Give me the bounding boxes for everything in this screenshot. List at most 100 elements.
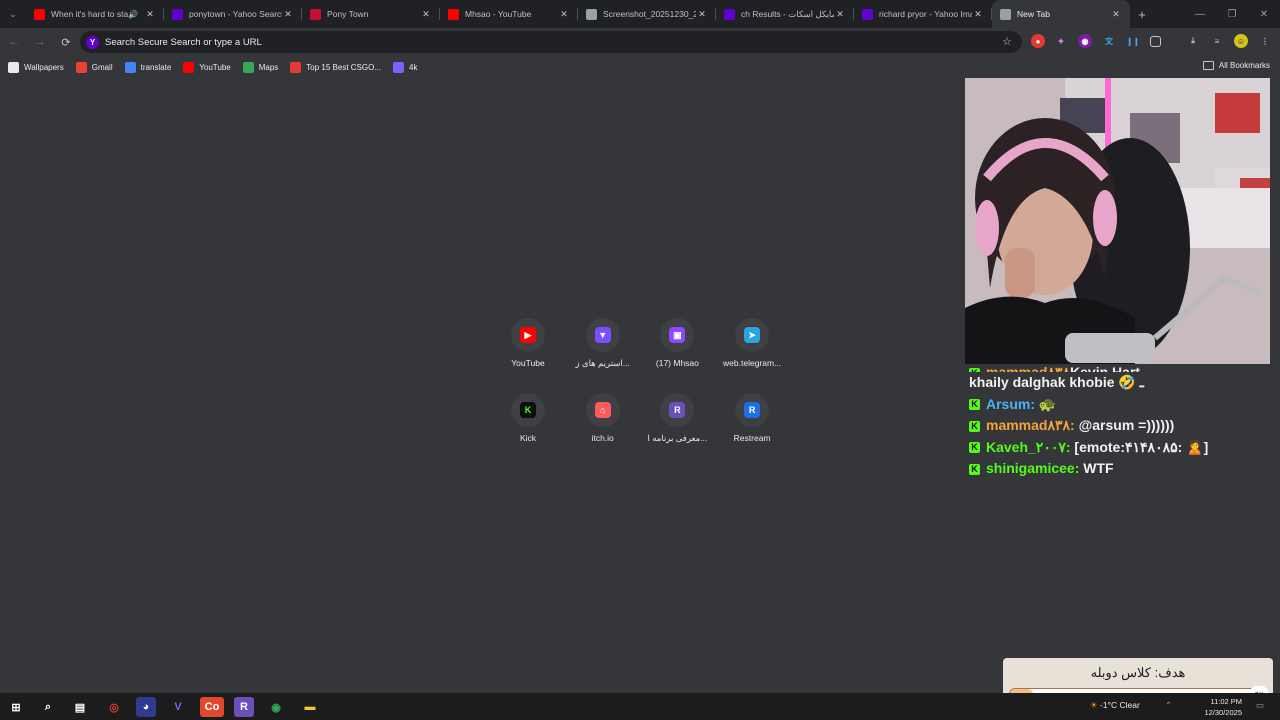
chat-message: khaily dalghak khobie 🤣 ـ [969,372,1269,394]
chat-text: Kevin Hart [1070,364,1141,372]
ponytown-icon [310,8,321,20]
maps-icon [242,61,254,73]
messenger-icon[interactable]: ◕ [136,697,156,717]
bookmark-label: Maps [258,62,279,72]
shortcut-icon-circle: K [511,393,545,427]
extension-purple-icon[interactable]: ◉ [1078,34,1092,48]
shortcut-icon-circle: R [660,393,695,427]
youtube-icon [448,8,459,20]
shortcut-tile[interactable]: ➤ web.telegram... [715,318,789,368]
download-icon[interactable]: ⤓ [1186,34,1200,48]
shortcut-icon-circle: R [735,393,770,427]
windows-taskbar: ⊞ ⌕ ▤ ◎ ◕ V Co R ◉ ▬ ☀ -1°C Clear ⌃ 11:0… [0,693,1280,720]
back-arrow-icon[interactable]: ← [2,30,26,54]
tab-5[interactable]: ch Results - مایکل اسکات ✕ [716,0,854,28]
chrome-icon[interactable]: ◉ [266,697,286,717]
extension-voice-icon[interactable]: ❙❙ [1126,34,1140,48]
vpn-icon[interactable]: V [168,697,188,717]
tab-7[interactable]: New Tab ✕ [992,0,1130,28]
search-icon[interactable]: ⌕ [38,697,58,717]
tab-2[interactable]: Pony Town ✕ [302,0,440,28]
minimize-icon[interactable]: — [1184,0,1216,28]
bookmark-star-icon[interactable]: ☆ [1002,35,1012,48]
4k-icon [393,61,404,73]
system-clock[interactable]: 11:02 PM 12/30/2025 [1204,696,1242,718]
tab-0[interactable]: When it's hard to stay 🔊 ✕ [26,0,164,28]
profile-avatar-icon[interactable]: ☺ [1234,34,1248,48]
tab-strip: ⌄ When it's hard to stay 🔊 ✕ ponytown - Yah… [0,0,1280,28]
tab-search-icon[interactable]: ⌄ [0,0,26,28]
reading-list-icon[interactable]: ≡ [1210,34,1224,48]
shortcut-label: itch.io [591,433,614,443]
speaker-icon[interactable]: 🔊 [128,10,138,19]
tab-close-icon[interactable]: ✕ [144,9,156,20]
tab-title: ponytown - Yahoo Search [189,9,282,19]
tab-1[interactable]: ponytown - Yahoo Search ✕ [164,0,302,28]
twitch-icon: ▣ [669,327,686,343]
chat-text: [emote:۴۱۴۸۰۸۵: 🙎] [1070,438,1209,455]
shortcut-tile[interactable]: R Restream [715,393,789,443]
forward-arrow-icon[interactable]: → [28,30,52,54]
gmail-icon [75,61,87,73]
capcut-icon[interactable]: Co [200,697,224,717]
bookmark-item[interactable]: YouTube [183,61,231,73]
chat-username: mammad۸۳۸: [986,417,1075,433]
tab-close-icon[interactable]: ✕ [972,9,984,20]
weather-tray[interactable]: ☀ -1°C Clear [1090,700,1140,711]
extensions-puzzle-icon[interactable] [1150,36,1161,47]
tabs-container: When it's hard to stay 🔊 ✕ ponytown - Yahoo… [26,0,1130,28]
kick-badge-icon: K [969,442,980,454]
itchio-icon: ⌂ [594,402,611,418]
tab-close-icon[interactable]: ✕ [696,9,708,20]
tab-3[interactable]: Mhsao - YouTube ✕ [440,0,578,28]
all-bookmarks-button[interactable]: All Bookmarks [1202,61,1270,70]
bookmarks-list: Wallpapers Gmail translate YouTube Maps Top 1… [8,61,429,73]
obs-icon[interactable]: ◎ [104,697,124,717]
tab-close-icon[interactable]: ✕ [1110,9,1122,20]
bookmark-item[interactable]: Wallpapers [8,61,64,73]
restore-icon[interactable]: ❐ [1216,0,1248,28]
bookmark-item[interactable]: Maps [242,61,279,73]
close-icon[interactable]: ✕ [1248,0,1280,28]
shortcut-tile[interactable]: ▶ YouTube [491,318,565,368]
shortcut-label: YouTube [511,358,545,368]
tab-close-icon[interactable]: ✕ [420,9,432,20]
tab-close-icon[interactable]: ✕ [282,9,294,20]
tab-title: When it's hard to stay [51,9,129,19]
bookmark-item[interactable]: Top 15 Best CSGO... [290,61,381,73]
windows-start-icon[interactable]: ⊞ [6,697,26,717]
globe-icon [586,8,597,20]
bookmark-item[interactable]: Gmail [75,61,113,73]
bookmark-item[interactable]: translate [124,61,171,73]
shortcut-tile[interactable]: R معرفی برنامه ا... [640,393,714,444]
new-tab-button[interactable]: + [1130,0,1154,28]
reload-icon[interactable]: ⟳ [54,30,78,54]
shortcut-tile[interactable]: ⌂ itch.io [566,393,640,443]
shortcut-icon-circle: ➤ [735,318,770,352]
tab-close-icon[interactable]: ✕ [558,9,570,20]
extension-sparkle-icon[interactable]: ✦ [1054,34,1068,48]
tray-chevron-icon[interactable]: ⌃ [1165,700,1172,711]
extension-red-icon[interactable]: ● [1031,34,1045,48]
restream-icon: R [744,402,761,418]
notifications-icon[interactable]: ▭ [1256,700,1264,711]
shortcut-tile[interactable]: ▼ استریم های ز... [566,318,640,369]
bookmark-item[interactable]: 4k [393,61,417,73]
menu-kebab-icon[interactable]: ⋮ [1258,34,1272,48]
kick-icon: K [520,402,536,418]
extension-translate-icon[interactable]: 文 [1102,34,1116,48]
tab-4[interactable]: Screenshot_20251230_22 ✕ [578,0,716,28]
bookmark-label: YouTube [199,62,231,72]
task-view-icon[interactable]: ▤ [70,697,90,717]
shortcut-tile[interactable]: K Kick [491,393,565,443]
shortcut-label: (17) Mhsao [655,358,699,368]
r-app-icon[interactable]: R [234,697,254,717]
file-explorer-icon[interactable]: ▬ [300,697,320,717]
address-bar[interactable]: Y Search Secure Search or type a URL ☆ [80,31,1022,53]
chat-text: khaily dalghak khobie 🤣 ـ [969,374,1144,390]
shortcut-tile[interactable]: ▣ (17) Mhsao [640,318,714,368]
tab-6[interactable]: richard pryor - Yahoo Ima ✕ [854,0,992,28]
youtube-icon [34,8,45,20]
tab-close-icon[interactable]: ✕ [834,9,846,20]
youtube-icon: ▶ [520,327,536,343]
